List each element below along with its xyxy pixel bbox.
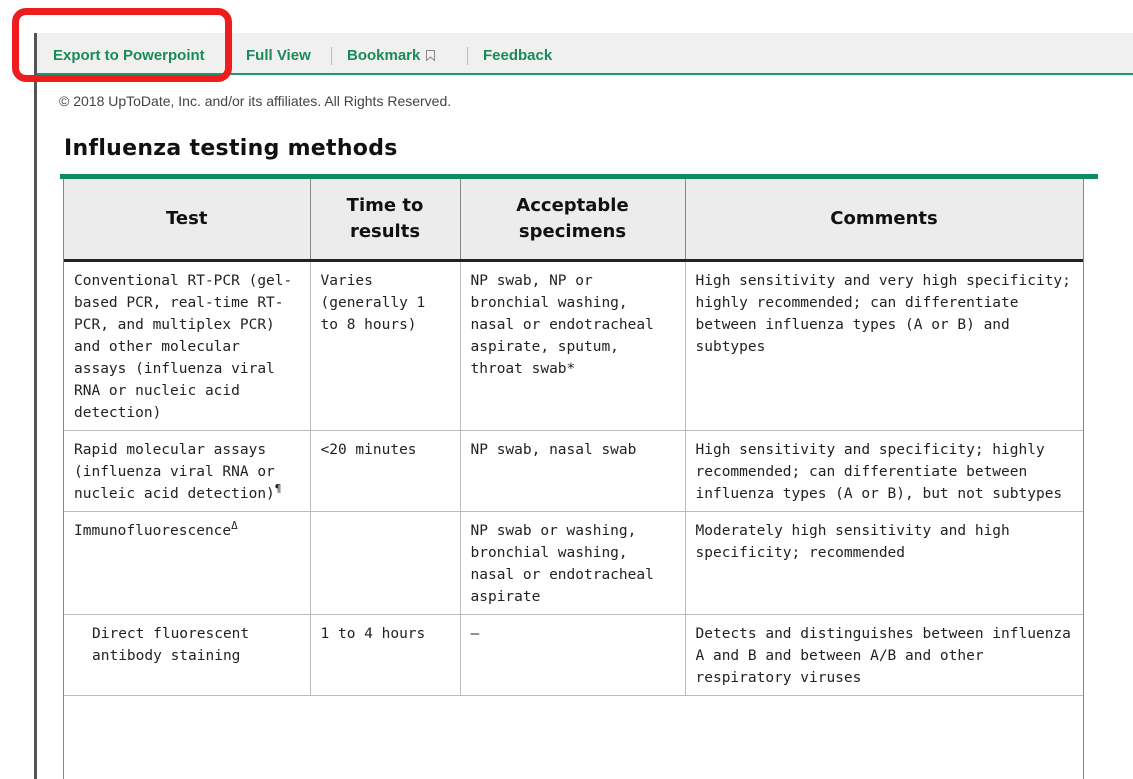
cell-comments: Detects and distinguishes between influe… xyxy=(685,614,1083,696)
cell-time xyxy=(310,511,461,615)
toolbar-separator xyxy=(331,47,332,65)
header-acceptable-specimens: Acceptable specimens xyxy=(460,179,686,262)
full-view-link[interactable]: Full View xyxy=(246,47,311,64)
header-test: Test xyxy=(64,179,311,262)
cell-specimens: NP swab, NP or bronchial washing, nasal … xyxy=(460,260,686,431)
cell-test: ImmunofluorescenceΔ xyxy=(64,511,311,615)
red-highlight-annotation xyxy=(12,8,232,82)
cell-comments: High sensitivity and very high specifici… xyxy=(685,260,1083,431)
cell-specimens: NP swab or washing, bronchial washing, n… xyxy=(460,511,686,615)
cell-specimens: NP swab, nasal swab xyxy=(460,430,686,512)
cell-time: 1 to 4 hours xyxy=(310,614,461,696)
table-row: ImmunofluorescenceΔ NP swab or washing, … xyxy=(64,511,1083,615)
cell-time: <20 minutes xyxy=(310,430,461,512)
table-container: Test Time to results Acceptable specimen… xyxy=(63,179,1084,779)
page-title: Influenza testing methods xyxy=(64,136,398,161)
cell-time: Varies (generally 1 to 8 hours) xyxy=(310,260,461,431)
footnote-mark: Δ xyxy=(231,519,238,533)
cell-comments: High sensitivity and specificity; highly… xyxy=(685,430,1083,512)
cell-test: Conventional RT-PCR (gel-based PCR, real… xyxy=(64,260,311,431)
table-row: Direct fluorescent antibody staining 1 t… xyxy=(64,614,1083,696)
table-row: Rapid molecular assays (influenza viral … xyxy=(64,430,1083,512)
header-comments: Comments xyxy=(685,179,1083,262)
table-header-row: Test Time to results Acceptable specimen… xyxy=(64,179,1083,262)
bookmark-label: Bookmark xyxy=(347,47,421,64)
feedback-link[interactable]: Feedback xyxy=(483,47,552,64)
page-left-border xyxy=(34,33,37,779)
influenza-testing-table: Test Time to results Acceptable specimen… xyxy=(64,179,1083,696)
copyright-notice: © 2018 UpToDate, Inc. and/or its affilia… xyxy=(59,93,452,109)
cell-specimens: – xyxy=(460,614,686,696)
cell-comments: Moderately high sensitivity and high spe… xyxy=(685,511,1083,615)
footnote-mark: ¶ xyxy=(274,482,282,496)
table-row: Conventional RT-PCR (gel-based PCR, real… xyxy=(64,260,1083,431)
bookmark-link[interactable]: Bookmark xyxy=(347,47,436,64)
header-time-to-results: Time to results xyxy=(310,179,461,262)
toolbar-separator xyxy=(467,47,468,65)
cell-test: Direct fluorescent antibody staining xyxy=(64,614,311,696)
cell-test: Rapid molecular assays (influenza viral … xyxy=(64,430,311,512)
bookmark-icon xyxy=(426,50,436,61)
